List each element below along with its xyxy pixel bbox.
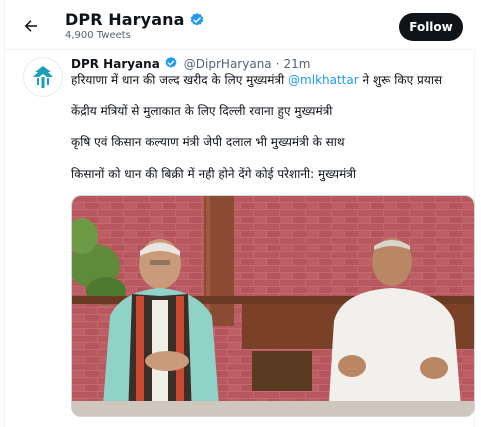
tree-logo-icon [33, 66, 53, 88]
tweet-count: 4,900 Tweets [65, 30, 131, 41]
tweet-line-2: केंद्रीय मंत्रियों से मुलाकात के लिए दिल… [71, 104, 333, 118]
back-button[interactable] [17, 12, 45, 40]
tweet-line-1-prefix: हरियाणा में धान की जल्द खरीद के लिए मुख्… [71, 73, 289, 87]
page-frame: DPR Haryana 4,900 Tweets Follow DPR Hary… [4, 0, 476, 427]
avatar[interactable] [23, 57, 63, 97]
verified-badge-icon [164, 56, 180, 72]
tweet-timestamp[interactable]: 21m [283, 57, 310, 71]
tweet[interactable]: DPR Haryana @DiprHaryana · 21m हरियाणा म… [5, 50, 476, 427]
header-title-row: DPR Haryana [65, 10, 205, 29]
tweet-handle[interactable]: @DiprHaryana [184, 57, 272, 71]
profile-header: DPR Haryana 4,900 Tweets Follow [5, 0, 476, 50]
tweet-photo[interactable] [71, 195, 475, 417]
arrow-left-icon [24, 20, 37, 32]
page-title: DPR Haryana [65, 10, 185, 29]
tweet-header: DPR Haryana @DiprHaryana · 21m [71, 56, 310, 72]
separator-dot: · [275, 57, 280, 71]
tweet-line-4: किसानों को धान की बिक्री में नही होने दे… [71, 167, 357, 181]
tweet-line-1-suffix: ने शुरू किए प्रयास [358, 73, 443, 87]
verified-badge-icon [189, 12, 205, 28]
follow-button[interactable]: Follow [399, 13, 463, 41]
mention-link[interactable]: @mlkhattar [288, 73, 359, 87]
tweet-line-3: कृषि एवं किसान कल्याण मंत्री जेपी दलाल भ… [71, 135, 345, 149]
tweet-author-name[interactable]: DPR Haryana [71, 57, 160, 71]
tweet-line-1: हरियाणा में धान की जल्द खरीद के लिए मुख्… [71, 72, 442, 89]
photo-image [72, 196, 474, 416]
